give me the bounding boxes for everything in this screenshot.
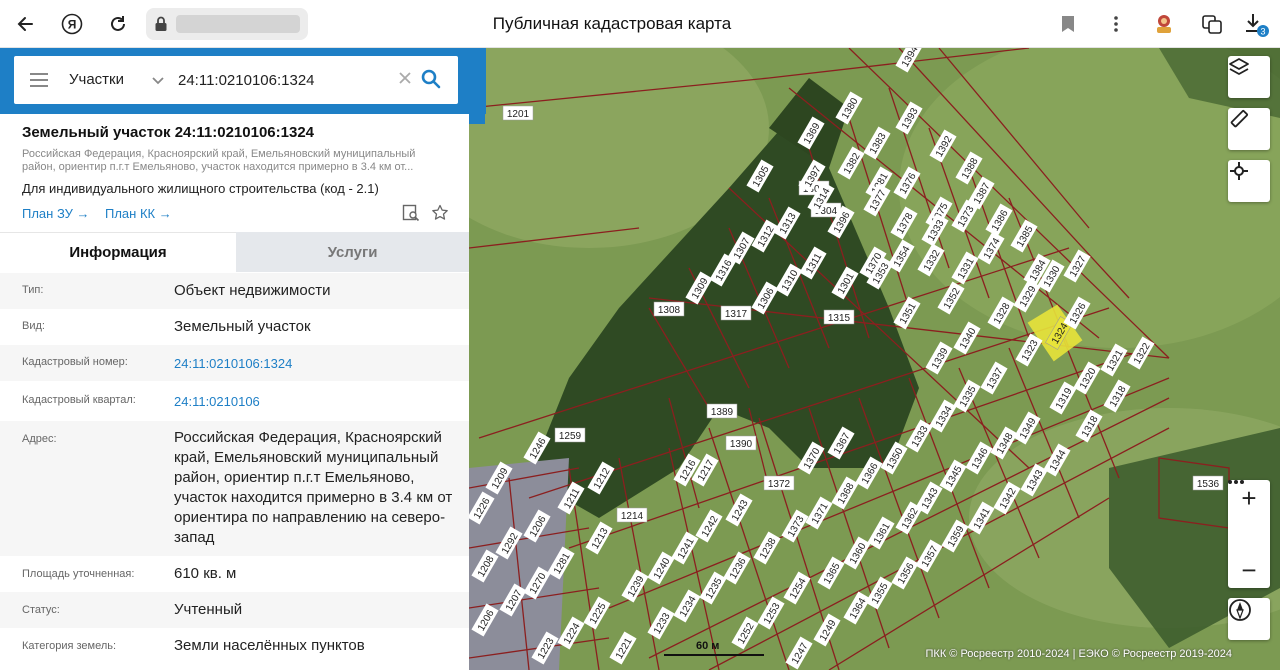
avatar[interactable] xyxy=(1148,8,1180,40)
svg-text:1201: 1201 xyxy=(507,109,530,120)
map-canvas[interactable]: 1201 1308 1317 1315 1304 1304 1389 1390 … xyxy=(469,48,1280,670)
lock-icon xyxy=(154,16,168,37)
compass-icon xyxy=(1229,599,1251,621)
blurred-url xyxy=(176,15,300,33)
compass-button[interactable] xyxy=(1228,598,1270,640)
info-row-kind: Вид: Земельный участок xyxy=(0,309,469,345)
svg-text:1317: 1317 xyxy=(725,309,748,320)
plan-kk-label: План КК xyxy=(105,206,156,221)
scale-label: 60 м xyxy=(696,640,720,652)
info-label: Тип: xyxy=(22,284,44,296)
reload-icon[interactable] xyxy=(102,8,134,40)
info-value: Учтенный xyxy=(174,601,243,618)
locate-button[interactable] xyxy=(1228,160,1270,202)
yandex-icon[interactable]: Я xyxy=(56,8,88,40)
parcel-address-short: Российская Федерация, Красноярский край,… xyxy=(22,148,416,173)
info-label: Категория земель: xyxy=(22,640,117,652)
info-label: Статус: xyxy=(22,604,60,616)
svg-text:1372: 1372 xyxy=(768,479,791,490)
layers-icon xyxy=(1229,58,1249,75)
cadastral-number-link[interactable]: 24:11:0210106:1324 xyxy=(174,354,454,374)
page-title: Публичная кадастровая карта xyxy=(492,14,732,33)
parcel-usage: Для индивидуального жилищного строительс… xyxy=(22,181,379,196)
svg-text:1308: 1308 xyxy=(658,305,681,316)
bookmark-icon[interactable] xyxy=(1052,8,1084,40)
info-row-area: Площадь уточненная: 610 кв. м xyxy=(0,556,469,592)
map-scale: 60 м xyxy=(664,640,764,658)
ruler-icon xyxy=(1230,110,1248,128)
translate-icon[interactable] xyxy=(1196,8,1228,40)
info-row-type: Тип: Объект недвижимости xyxy=(0,273,469,309)
info-row-cadastral-number: Кадастровый номер: 24:11:0210106:1324 xyxy=(0,345,469,381)
svg-text:1214: 1214 xyxy=(621,511,644,522)
clear-icon[interactable] xyxy=(398,71,412,90)
browser-toolbar: Я Публичная кадастровая карта 3 xyxy=(0,0,1280,48)
info-value: 610 кв. м xyxy=(174,565,237,582)
dots-icon xyxy=(1228,480,1244,484)
layers-button[interactable] xyxy=(1228,56,1270,98)
star-icon[interactable] xyxy=(431,204,449,227)
info-label: Адрес: xyxy=(22,433,57,445)
search-icon[interactable] xyxy=(421,69,441,94)
info-panel: Участки Земельный участок 24:11:0210106:… xyxy=(0,48,486,670)
downloads-badge: 3 xyxy=(1260,27,1265,37)
search-header: Участки xyxy=(0,48,486,114)
info-label: Площадь уточненная: xyxy=(22,568,135,580)
info-value: Объект недвижимости xyxy=(174,282,331,299)
zoom-controls: + − xyxy=(1228,480,1270,588)
svg-text:1390: 1390 xyxy=(730,439,753,450)
info-row-address: Адрес: Российская Федерация, Красноярски… xyxy=(0,421,469,556)
tab-services[interactable]: Услуги xyxy=(236,232,469,272)
menu-icon[interactable] xyxy=(30,73,48,92)
info-row-cadastral-quarter: Кадастровый квартал: 24:11:0210106 xyxy=(0,381,469,421)
svg-text:1259: 1259 xyxy=(559,431,582,442)
search-box: Участки xyxy=(14,56,458,104)
document-search-icon[interactable] xyxy=(402,204,420,227)
svg-text:1536: 1536 xyxy=(1197,479,1220,490)
downloads-icon[interactable]: 3 xyxy=(1240,8,1272,40)
plan-zu-label: План ЗУ xyxy=(22,206,73,221)
svg-text:1315: 1315 xyxy=(828,313,851,324)
info-tabs: Информация Услуги xyxy=(0,232,469,272)
back-icon[interactable] xyxy=(10,8,42,40)
more-button[interactable] xyxy=(1228,480,1270,552)
info-value: Земли населённых пунктов xyxy=(174,637,365,654)
plan-kk-link[interactable]: План КК → xyxy=(105,206,172,221)
extension-icon[interactable] xyxy=(1100,8,1132,40)
chevron-down-icon[interactable] xyxy=(152,73,164,91)
crosshair-icon xyxy=(1230,162,1248,180)
layer-select[interactable]: Участки xyxy=(69,71,124,88)
info-label: Кадастровый номер: xyxy=(22,356,128,368)
search-input[interactable] xyxy=(178,68,398,92)
zoom-in-button[interactable]: + xyxy=(1228,480,1270,516)
info-value: Земельный участок xyxy=(174,318,311,335)
zoom-out-button[interactable]: − xyxy=(1228,552,1270,588)
info-row-land-category: Категория земель: Земли населённых пункт… xyxy=(0,628,469,670)
cadastral-map[interactable]: 1201 1308 1317 1315 1304 1304 1389 1390 … xyxy=(469,48,1280,670)
measure-button[interactable] xyxy=(1228,108,1270,150)
plan-zu-link[interactable]: План ЗУ → xyxy=(22,206,90,221)
map-copyright: ПКК © Росреестр 2010-2024 | ЕЭКО © Росре… xyxy=(925,648,1233,660)
info-value: Российская Федерация, Красноярский край,… xyxy=(174,429,453,546)
svg-text:1389: 1389 xyxy=(711,407,734,418)
address-bar[interactable] xyxy=(146,8,308,40)
info-row-status: Статус: Учтенный xyxy=(0,592,469,628)
parcel-title: Земельный участок 24:11:0210106:1324 xyxy=(22,124,315,141)
info-label: Кадастровый квартал: xyxy=(22,394,136,406)
info-label: Вид: xyxy=(22,320,45,332)
tab-info[interactable]: Информация xyxy=(0,232,236,272)
svg-text:Я: Я xyxy=(68,18,77,32)
cadastral-quarter-link[interactable]: 24:11:0210106 xyxy=(174,392,454,412)
